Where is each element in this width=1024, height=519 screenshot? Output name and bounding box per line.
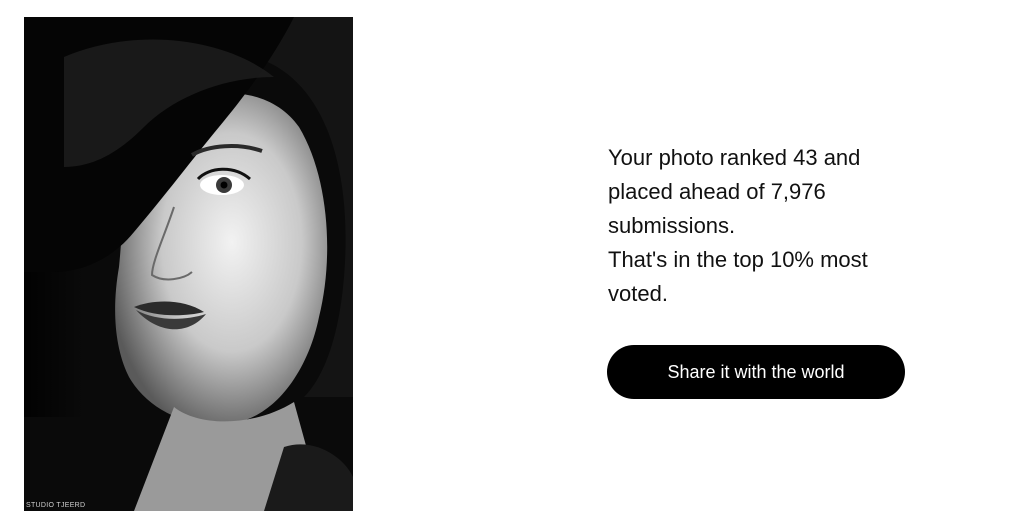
ranking-result: Your photo ranked 43 and placed ahead of…: [608, 141, 908, 311]
page: STUDIO TJEERD Your photo ranked 43 and p…: [0, 0, 1024, 519]
submitted-photo: STUDIO TJEERD: [24, 17, 353, 511]
share-button[interactable]: Share it with the world: [607, 345, 905, 399]
ranking-percentile: That's in the top 10% most voted.: [608, 247, 868, 306]
photo-watermark: STUDIO TJEERD: [26, 502, 86, 509]
ranking-summary: Your photo ranked 43 and placed ahead of…: [608, 145, 861, 238]
portrait-photo-icon: [24, 17, 353, 511]
